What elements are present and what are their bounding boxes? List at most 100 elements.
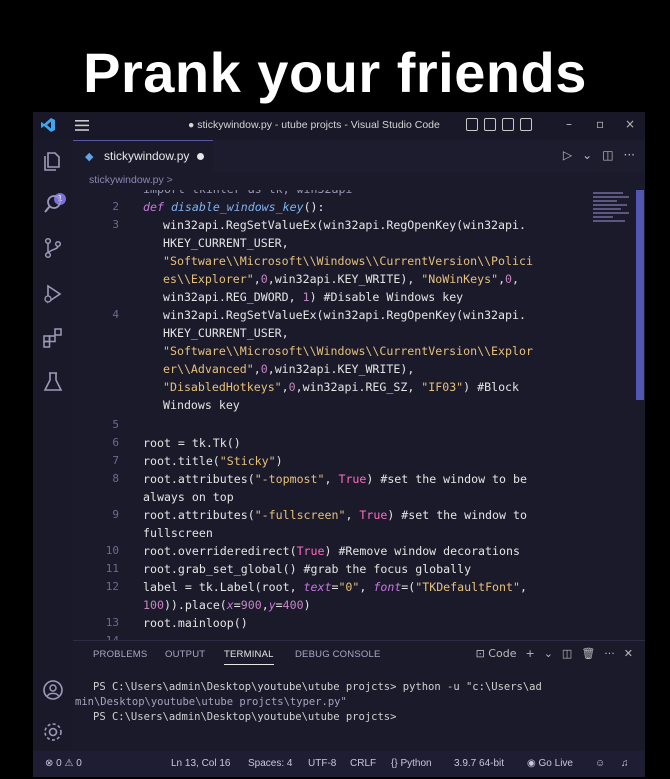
tab-problems[interactable]: PROBLEMS (93, 649, 147, 660)
code-line-12: label = tk.Label(root, text="0", font=("… (143, 580, 527, 594)
tab-terminal[interactable]: TERMINAL (224, 649, 274, 665)
broadcast-icon: ◉ (527, 758, 536, 769)
minimize-button[interactable]: – (566, 117, 572, 131)
braces-icon: {} (391, 758, 398, 769)
close-button[interactable]: × (625, 117, 635, 131)
new-terminal-plus-icon[interactable]: + (525, 647, 534, 660)
minimap[interactable] (593, 192, 633, 252)
customize-layout-icon[interactable] (520, 118, 532, 131)
panel-more-icon[interactable]: ··· (604, 647, 615, 660)
toggle-secondary-sidebar-icon[interactable] (502, 118, 514, 131)
code-line-8-wrap: always on top (143, 490, 234, 504)
code-line-4-wrap: HKEY_CURRENT_USER, (163, 326, 289, 340)
search-icon[interactable] (41, 192, 65, 216)
feedback-icon[interactable]: ☺ (595, 758, 605, 769)
terminal-selector[interactable]: ⊡ Code (476, 647, 517, 660)
editor-scrollbar[interactable] (636, 190, 644, 400)
run-dropdown-chevron-icon[interactable]: ⌄ (582, 148, 592, 162)
line-number: 11 (105, 562, 119, 575)
terminal-icon: ⊡ (475, 647, 485, 660)
toggle-panel-icon[interactable] (484, 118, 496, 131)
code-line-2: def disable_windows_key(): (143, 200, 325, 214)
toggle-primary-sidebar-icon[interactable] (466, 118, 478, 131)
python-file-icon: ◆ (85, 150, 94, 163)
accounts-icon[interactable] (41, 678, 65, 702)
new-terminal-chevron-icon[interactable]: ⌄ (544, 647, 553, 660)
settings-gear-icon[interactable] (41, 720, 65, 744)
unsaved-dot-icon[interactable] (197, 153, 204, 160)
extensions-icon[interactable] (41, 326, 65, 350)
split-terminal-icon[interactable]: ◫ (562, 647, 572, 660)
terminal-selector-label: Code (488, 647, 517, 660)
code-line-9: root.attributes("-fullscreen", True) #se… (143, 508, 527, 522)
breadcrumb[interactable]: stickywindow.py > (89, 174, 173, 186)
window-title: ● stickywindow.py - utube projcts - Visu… (188, 119, 440, 131)
golive-label: Go Live (538, 758, 573, 769)
editor-tab-bar: ◆ stickywindow.py ▷ ⌄ ◫ ··· (73, 140, 645, 172)
code-line-9-wrap: fullscreen (143, 526, 213, 540)
line-number: 4 (112, 308, 119, 321)
bottom-panel: PROBLEMS OUTPUT TERMINAL DEBUG CONSOLE ⊡… (73, 640, 645, 752)
golive-status[interactable]: ◉ Go Live (527, 758, 573, 769)
split-editor-icon[interactable]: ◫ (602, 148, 613, 162)
line-number: 5 (112, 418, 119, 431)
terminal-line: PS C:\Users\admin\Desktop\youtube\utube … (93, 681, 542, 693)
code-line-3-wrap: es\\Explorer",0,win32api.KEY_WRITE), "No… (163, 272, 520, 286)
explorer-icon[interactable] (41, 150, 65, 174)
source-control-icon[interactable] (41, 236, 65, 260)
code-line-7: root.title("Sticky") (143, 454, 283, 468)
title-bar: ● stickywindow.py - utube projcts - Visu… (33, 112, 645, 140)
code-line-11: root.grab_set_global() #grab the focus g… (143, 562, 472, 576)
indentation-status[interactable]: Spaces: 4 (248, 758, 292, 769)
line-number: 8 (112, 472, 119, 485)
language-status[interactable]: {} Python (391, 758, 432, 769)
code-line-8: root.attributes("-topmost", True) #set t… (143, 472, 527, 486)
code-line-4-wrap: "DisabledHotkeys",0,win32api.REG_SZ, "IF… (163, 380, 520, 394)
encoding-status[interactable]: UTF-8 (308, 758, 336, 769)
run-debug-icon[interactable] (41, 282, 65, 306)
more-actions-icon[interactable]: ··· (624, 148, 635, 162)
eol-status[interactable]: CRLF (350, 758, 376, 769)
problems-status[interactable]: ⊗ 0 ⚠ 0 (45, 758, 82, 769)
notifications-bell-icon[interactable]: ♫ (621, 758, 629, 769)
testing-icon[interactable] (41, 370, 65, 394)
caption-text: Prank your friends (83, 41, 587, 104)
line-number: 2 (112, 200, 119, 213)
tab-label: stickywindow.py (104, 149, 190, 163)
code-editor[interactable]: import tkinter as tk, win32api 2 def dis… (73, 190, 645, 640)
tab-output[interactable]: OUTPUT (165, 649, 205, 660)
code-line-10: root.overrideredirect(True) #Remove wind… (143, 544, 520, 558)
code-line-3: win32api.RegSetValueEx(win32api.RegOpenK… (163, 218, 526, 232)
code-line-4: win32api.RegSetValueEx(win32api.RegOpenK… (163, 308, 526, 322)
code-line-4-wrap: "Software\\Microsoft\\Windows\\CurrentVe… (163, 344, 533, 358)
cursor-position-status[interactable]: Ln 13, Col 16 (171, 758, 231, 769)
interpreter-status[interactable]: 3.9.7 64-bit (454, 758, 504, 769)
vscode-window: ● stickywindow.py - utube projcts - Visu… (33, 112, 645, 777)
editor-actions: ▷ ⌄ ◫ ··· (563, 148, 635, 162)
line-number: 9 (112, 508, 119, 521)
kill-terminal-trash-icon[interactable]: 🗑 (581, 647, 595, 660)
terminal-line: PS C:\Users\admin\Desktop\youtube\utube … (93, 711, 397, 723)
line-number: 6 (112, 436, 119, 449)
code-line-4-wrap: Windows key (163, 398, 240, 412)
maximize-button[interactable]: ▫ (596, 117, 604, 131)
code-line-3-wrap: HKEY_CURRENT_USER, (163, 236, 289, 250)
code-line-12-wrap: 100)).place(x=900,y=400) (143, 598, 311, 612)
menu-icon[interactable] (75, 120, 89, 131)
close-panel-icon[interactable]: ✕ (624, 647, 633, 660)
activity-bar: 1 (33, 140, 73, 751)
line-number: 10 (105, 544, 119, 557)
layout-controls (466, 118, 532, 131)
vscode-logo-icon (41, 118, 55, 132)
code-line-1: import tkinter as tk, win32api (143, 190, 352, 200)
code-line-6: root = tk.Tk() (143, 436, 241, 450)
panel-actions: ⊡ Code + ⌄ ◫ 🗑 ··· ✕ (476, 647, 633, 660)
language-label: Python (400, 758, 432, 769)
line-number: 3 (112, 218, 119, 231)
run-file-icon[interactable]: ▷ (563, 148, 572, 162)
code-line-3-wrap: win32api.REG_DWORD, 1) #Disable Windows … (163, 290, 464, 304)
tab-debug-console[interactable]: DEBUG CONSOLE (295, 649, 380, 660)
code-line-3-wrap: "Software\\Microsoft\\Windows\\CurrentVe… (163, 254, 533, 268)
terminal-line: min\Desktop\youtube\utube projcts\typer.… (75, 696, 347, 708)
tab-stickywindow-py[interactable]: ◆ stickywindow.py (73, 140, 213, 172)
